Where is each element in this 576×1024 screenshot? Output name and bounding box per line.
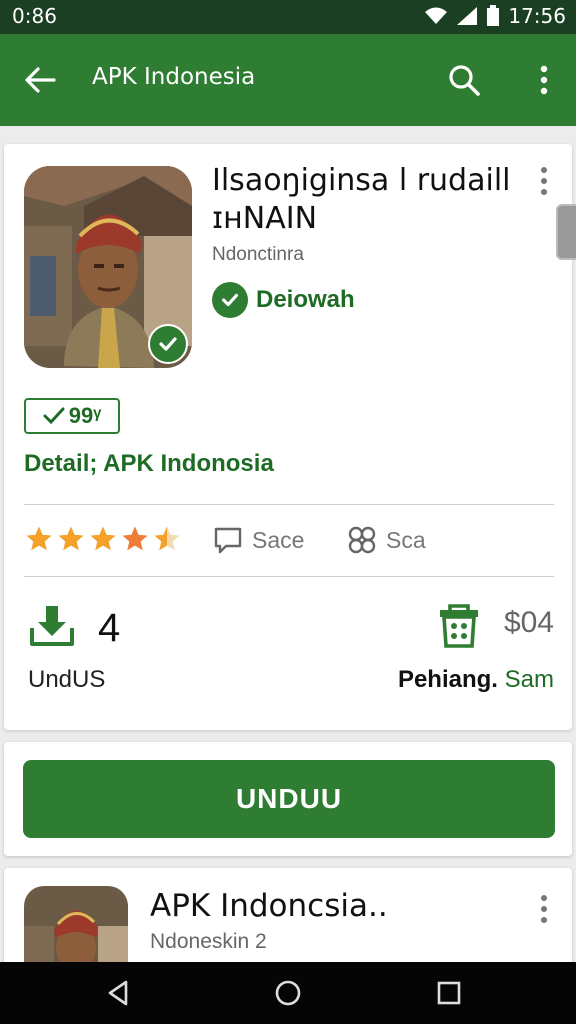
price-label-b: Sam <box>504 666 554 693</box>
card-overflow-icon[interactable] <box>534 164 554 198</box>
scan-label: Sca <box>386 526 426 553</box>
install-button[interactable]: UNDUU <box>23 760 555 838</box>
scan-icon <box>348 526 376 554</box>
app-name: Ilsaoŋiginsa l rudaill ɪʜNAIN <box>212 163 511 236</box>
star-half-icon <box>154 526 180 551</box>
divider <box>24 504 554 505</box>
list-item-title: APK Indoncsia.. <box>150 888 388 924</box>
status-time-right: 17:56 <box>508 4 566 28</box>
developer-name[interactable]: Ndonctinra <box>212 244 304 266</box>
star-icon <box>26 526 52 551</box>
price-stat: $04 Pehiang. Sam <box>384 600 560 700</box>
score-badge: 99ᵞ <box>24 398 120 434</box>
app-icon <box>24 166 192 368</box>
divider <box>24 576 554 577</box>
app-detail-card: Ilsaoŋiginsa l rudaill ɪʜNAIN Ndonctinra… <box>4 144 576 730</box>
check-circle-icon <box>212 282 248 318</box>
list-item-overflow-icon[interactable] <box>534 892 554 926</box>
verified-label: Deiowah <box>256 286 355 313</box>
star-icon <box>58 526 84 551</box>
check-icon <box>43 407 65 425</box>
rating-stars <box>24 524 182 554</box>
status-bar: 0:86 17:56 <box>0 0 576 34</box>
price-value: $04 <box>503 606 554 639</box>
status-icons: 17:56 <box>424 4 566 28</box>
list-item-subtitle: Ndoneskin 2 <box>150 930 267 953</box>
search-icon[interactable] <box>444 60 484 100</box>
verified-badge: Deiowah <box>212 282 355 318</box>
wifi-icon <box>425 7 448 24</box>
star-icon <box>122 526 148 551</box>
score-value: 99ᵞ <box>68 403 102 428</box>
signal-icon <box>457 7 478 25</box>
detail-link[interactable]: Detail; APK Indonosia <box>24 450 274 478</box>
share-button[interactable]: Sace <box>212 524 304 556</box>
list-item[interactable]: APK Indoncsia.. Ndoneskin 2 <box>4 868 572 968</box>
status-time-left: 0:86 <box>12 4 57 28</box>
verified-check-icon <box>148 324 188 364</box>
side-pull-tab[interactable] <box>556 204 576 260</box>
nav-back-icon[interactable] <box>104 978 134 1008</box>
system-nav-bar <box>0 962 576 1024</box>
comment-icon <box>214 527 242 554</box>
battery-icon <box>487 5 500 26</box>
star-icon <box>90 526 116 551</box>
back-arrow-icon[interactable] <box>20 60 60 100</box>
downloads-label: UndUS <box>28 666 106 693</box>
downloads-stat: 4 UndUS <box>28 600 148 700</box>
app-bar-title: APK Indonesia <box>92 64 256 90</box>
overflow-menu-icon[interactable] <box>528 60 560 100</box>
store-icon <box>440 604 478 648</box>
download-icon <box>30 606 74 646</box>
nav-recents-icon[interactable] <box>434 978 464 1008</box>
price-label: Pehiang. Sam <box>398 666 554 694</box>
price-label-a: Pehiang. <box>397 666 498 693</box>
list-item-thumbnail <box>24 886 128 968</box>
install-card: UNDUU <box>4 742 572 856</box>
nav-home-icon[interactable] <box>273 978 303 1008</box>
app-bar: APK Indonesia <box>0 34 576 126</box>
share-label: Sace <box>252 526 305 553</box>
downloads-value: 4 <box>98 606 121 650</box>
scan-button[interactable]: Sca <box>346 524 426 556</box>
